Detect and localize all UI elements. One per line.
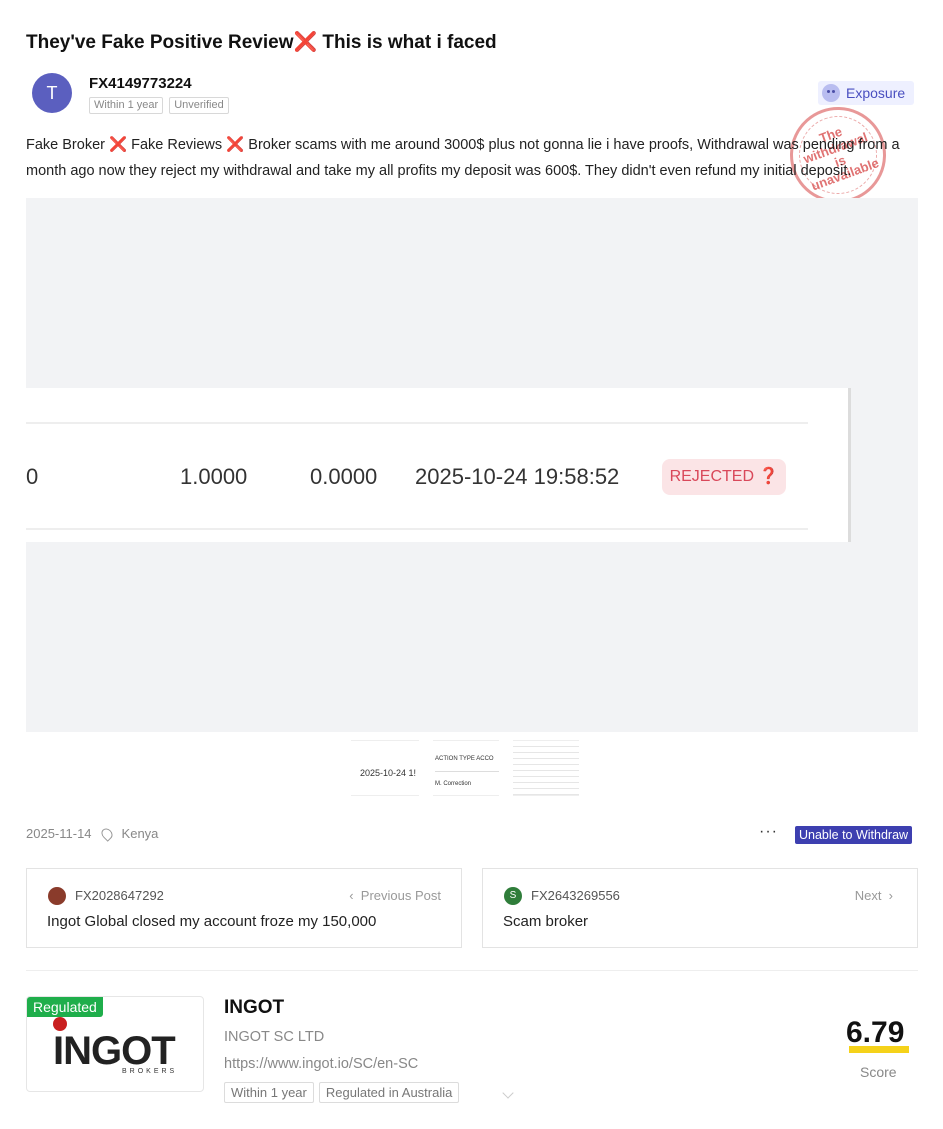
avatar bbox=[48, 887, 66, 905]
sad-face-icon bbox=[822, 84, 840, 102]
thumbnail-2-row: M. Correction bbox=[435, 781, 472, 787]
post-body-p2: Fake Reviews bbox=[127, 137, 227, 153]
exposure-badge: Exposure bbox=[818, 81, 914, 105]
thumbnail-3[interactable] bbox=[513, 740, 579, 796]
username[interactable]: FX4149773224 bbox=[89, 75, 192, 92]
next-post-title: Scam broker bbox=[503, 913, 589, 930]
broker-logo[interactable]: INGOT BROKERS Regulated bbox=[26, 996, 204, 1092]
score-label: Score bbox=[860, 1064, 897, 1080]
location-pin-icon bbox=[98, 825, 115, 842]
author-tags: Within 1 year Unverified bbox=[89, 97, 229, 114]
more-options-icon[interactable]: ··· bbox=[759, 823, 778, 841]
row-divider-top bbox=[26, 422, 808, 424]
exposure-label: Exposure bbox=[846, 85, 906, 101]
broker-tags: Within 1 year Regulated in Australia bbox=[224, 1082, 515, 1103]
cross-icon: ❌ bbox=[293, 32, 318, 53]
avatar[interactable]: T bbox=[32, 73, 72, 113]
issue-badge[interactable]: Unable to Withdraw bbox=[795, 826, 913, 844]
avatar: S bbox=[504, 887, 522, 905]
broker-score: 6.79 bbox=[846, 1016, 905, 1049]
status-badge: REJECTED ❓ bbox=[662, 459, 786, 495]
post-body: Fake Broker ❌ Fake Reviews ❌ Broker scam… bbox=[26, 132, 921, 184]
cell-datetime: 2025-10-24 19:58:52 bbox=[415, 464, 620, 489]
post-title: They've Fake Positive Review❌ This is wh… bbox=[26, 30, 497, 54]
tag-verification: Unverified bbox=[169, 97, 229, 114]
next-post-label: Next › bbox=[854, 888, 893, 903]
broker-company: INGOT SC LTD bbox=[224, 1029, 325, 1045]
post-date: 2025-11-14 bbox=[26, 826, 92, 841]
tag-duration: Within 1 year bbox=[89, 97, 164, 114]
broker-url[interactable]: https://www.ingot.io/SC/en-SC bbox=[224, 1056, 418, 1072]
prev-post-user: FX2028647292 bbox=[75, 888, 164, 903]
post-title-text: They've Fake Positive Review bbox=[26, 32, 294, 53]
broker-tag-duration: Within 1 year bbox=[224, 1082, 314, 1103]
section-divider bbox=[26, 970, 918, 971]
prev-post-label-text: Previous Post bbox=[360, 888, 441, 903]
cell-id: 0 bbox=[26, 464, 39, 489]
score-highlight bbox=[849, 1046, 909, 1053]
previous-post-card[interactable]: FX2028647292 ‹ Previous Post Ingot Globa… bbox=[26, 868, 462, 948]
post-meta: 2025-11-14 Kenya bbox=[26, 825, 159, 842]
thumbnail-2[interactable]: ACTION TYPE ACCO M. Correction bbox=[433, 740, 499, 796]
post-location: Kenya bbox=[121, 826, 159, 841]
cell-fee: 0.0000 bbox=[310, 464, 378, 489]
next-post-label-text: Next bbox=[854, 888, 882, 903]
post-title-suffix: This is what i faced bbox=[317, 32, 497, 53]
cross-icon: ❌ bbox=[109, 137, 128, 153]
thumbnail-2-header: ACTION TYPE ACCO bbox=[435, 756, 494, 762]
next-post-card[interactable]: S FX2643269556 Next › Scam broker bbox=[482, 868, 918, 948]
prev-post-label: ‹ Previous Post bbox=[349, 888, 441, 903]
image-thumbnails: 2025-10-24 1! ACTION TYPE ACCO M. Correct… bbox=[351, 740, 579, 796]
thumbnail-1-text: 2025-10-24 1! bbox=[360, 768, 417, 778]
row-scrollbar bbox=[848, 388, 851, 542]
post-body-p1: Fake Broker bbox=[26, 137, 109, 153]
evidence-image[interactable]: 0 1.0000 0.0000 2025-10-24 19:58:52 REJE… bbox=[26, 198, 918, 732]
transaction-row: 0 1.0000 0.0000 2025-10-24 19:58:52 REJE… bbox=[26, 388, 851, 542]
thumbnail-divider bbox=[435, 771, 499, 772]
broker-tag-regulation: Regulated in Australia bbox=[318, 1082, 460, 1103]
prev-post-title: Ingot Global closed my account froze my … bbox=[47, 913, 377, 930]
next-post-user: FX2643269556 bbox=[531, 888, 620, 903]
thumbnail-1[interactable]: 2025-10-24 1! bbox=[351, 740, 419, 796]
broker-name[interactable]: INGOT bbox=[224, 997, 284, 1019]
chevron-down-icon[interactable] bbox=[502, 1086, 515, 1099]
cross-icon: ❌ bbox=[226, 137, 245, 153]
regulated-badge: Regulated bbox=[27, 997, 103, 1017]
row-divider-bottom bbox=[26, 528, 808, 530]
logo-subtext: BROKERS bbox=[122, 1068, 178, 1075]
cell-amount: 1.0000 bbox=[180, 464, 248, 489]
